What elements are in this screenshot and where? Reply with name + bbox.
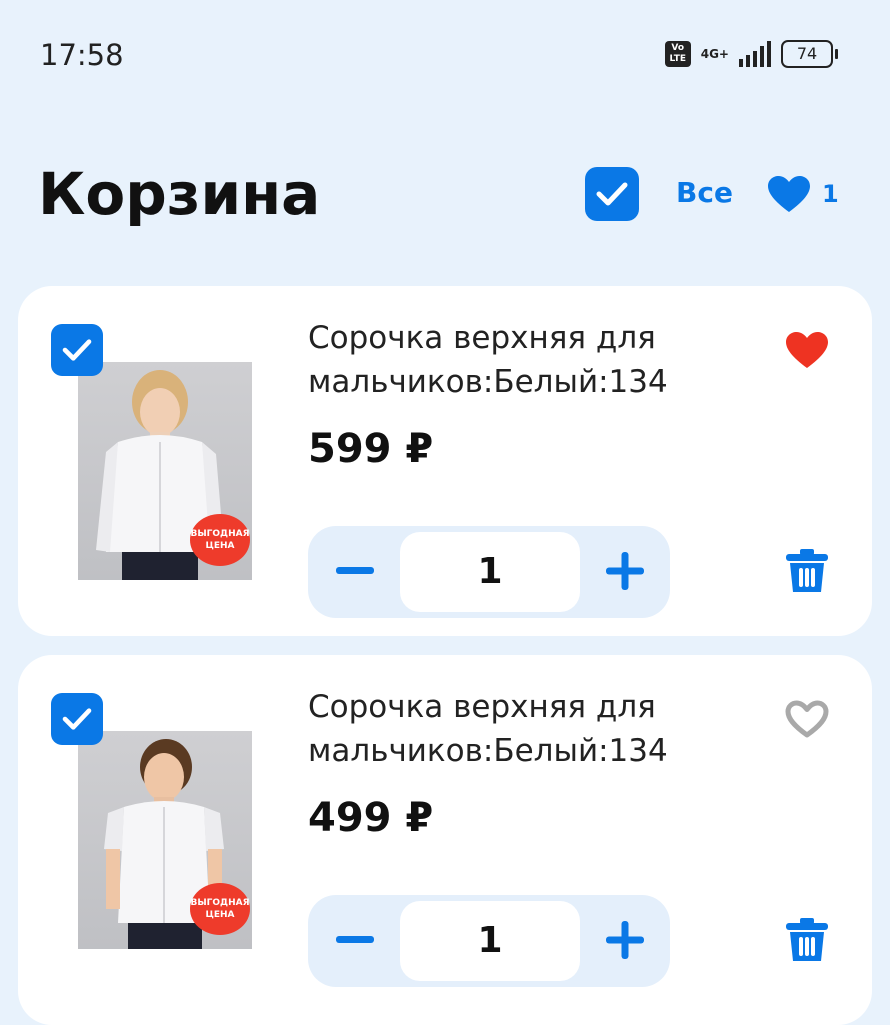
status-time: 17:58	[40, 38, 124, 72]
trash-icon	[786, 549, 828, 592]
volte-icon: Vo LTE	[664, 41, 691, 67]
cart-item: ВЫГОДНАЯ ЦЕНА Сорочка верхняя для мальчи…	[18, 286, 872, 636]
minus-icon	[336, 936, 374, 943]
page-title: Корзина	[38, 160, 321, 228]
battery-level: 74	[781, 40, 833, 68]
favorite-toggle[interactable]	[784, 699, 830, 743]
quantity-value[interactable]: 1	[400, 901, 580, 981]
product-image[interactable]: ВЫГОДНАЯ ЦЕНА	[78, 362, 252, 580]
increase-button[interactable]	[600, 546, 650, 596]
product-price: 599 ₽	[308, 426, 434, 472]
increase-button[interactable]	[600, 915, 650, 965]
signal-icon	[739, 41, 771, 67]
plus-icon	[606, 552, 644, 590]
promo-badge: ВЫГОДНАЯ ЦЕНА	[190, 514, 250, 566]
checkmark-icon	[596, 182, 628, 206]
favorite-toggle[interactable]	[784, 330, 830, 374]
heart-outline-icon	[785, 700, 829, 738]
item-checkbox[interactable]	[51, 693, 103, 745]
checkmark-icon	[62, 339, 92, 361]
delete-button[interactable]	[784, 548, 830, 598]
quantity-value[interactable]: 1	[400, 532, 580, 612]
quantity-stepper: 1	[308, 526, 670, 618]
minus-icon	[336, 567, 374, 574]
quantity-stepper: 1	[308, 895, 670, 987]
network-type: 4G+	[700, 47, 729, 61]
product-name[interactable]: Сорочка верхняя для мальчиков:Белый:134	[308, 685, 738, 773]
select-all-label[interactable]: Все	[676, 176, 733, 209]
trash-icon	[786, 918, 828, 961]
product-price: 499 ₽	[308, 795, 434, 841]
heart-filled-icon	[786, 332, 828, 368]
promo-badge: ВЫГОДНАЯ ЦЕНА	[190, 883, 250, 935]
status-icons: Vo LTE 4G+ 74	[664, 40, 838, 68]
decrease-button[interactable]	[330, 546, 380, 596]
decrease-button[interactable]	[330, 915, 380, 965]
status-bar: 17:58 Vo LTE 4G+ 74	[0, 0, 890, 110]
plus-icon	[606, 921, 644, 959]
favorites-button[interactable]: 1	[766, 174, 839, 214]
checkmark-icon	[62, 708, 92, 730]
product-image[interactable]: ВЫГОДНАЯ ЦЕНА	[78, 731, 252, 949]
heart-icon	[768, 176, 810, 212]
product-name[interactable]: Сорочка верхняя для мальчиков:Белый:134	[308, 316, 738, 404]
select-all-checkbox[interactable]	[585, 167, 639, 221]
delete-button[interactable]	[784, 917, 830, 967]
cart-item: ВЫГОДНАЯ ЦЕНА Сорочка верхняя для мальчи…	[18, 655, 872, 1025]
battery-icon: 74	[781, 40, 838, 68]
item-checkbox[interactable]	[51, 324, 103, 376]
favorites-count: 1	[822, 180, 839, 208]
cart-header: Корзина Все 1	[0, 150, 890, 240]
